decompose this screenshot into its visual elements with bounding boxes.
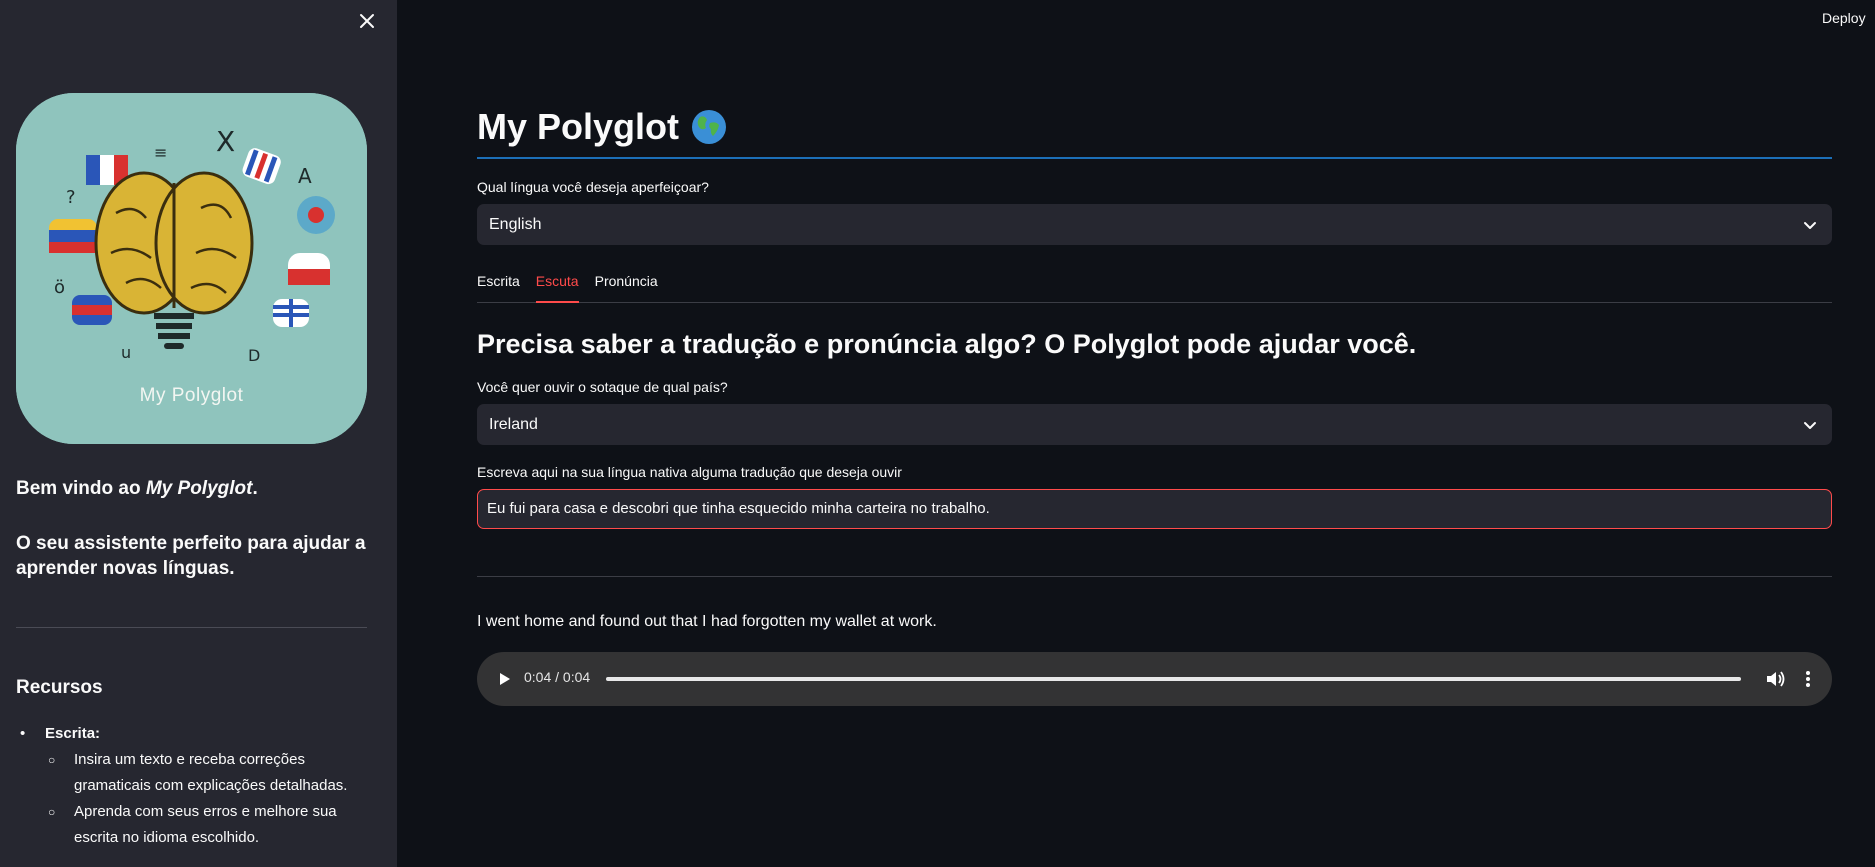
sidebar: X ≡ A ? ö u D My Polyglot Bem vindo ao M… [0,0,397,867]
resource-subitem: ○ Insira um texto e receba correções gra… [16,747,376,799]
welcome-app-name: My Polyglot [145,478,253,499]
svg-text:u: u [121,343,131,362]
tab-pronuncia[interactable]: Pronúncia [595,272,658,303]
bullet-circle: ○ [48,753,56,767]
more-options-icon[interactable] [1797,668,1819,690]
play-icon[interactable] [494,669,514,689]
bullet-circle: ○ [48,805,56,819]
chevron-down-icon [1804,422,1816,429]
accent-label: Você quer ouvir o sotaque de qual país? [477,379,728,395]
app: X ≡ A ? ö u D My Polyglot Bem vindo ao M… [0,0,1875,867]
close-icon [360,14,374,28]
content-divider [477,576,1832,577]
resources-title: Recursos [16,677,103,698]
svg-text:ö: ö [54,277,65,298]
logo-text: My Polyglot [139,385,244,406]
accent-select-value: Ireland [489,415,538,433]
title-underline [477,157,1832,159]
resource-item-title: Escrita: [45,725,101,742]
app-logo: X ≡ A ? ö u D My Polyglot [16,93,367,444]
tagline: O seu assistente perfeito para ajudar a … [16,533,366,579]
welcome-suffix: . [252,478,258,499]
resources-list: • Escrita: ○ Insira um texto e receba co… [16,721,376,851]
svg-text:A: A [298,164,312,188]
sidebar-divider [16,627,367,628]
text-input-label: Escreva aqui na sua língua nativa alguma… [477,464,902,480]
volume-icon[interactable] [1764,668,1786,690]
globe-icon [692,110,727,144]
resource-subitem-text: Insira um texto e receba correções grama… [74,751,348,794]
page-title-text: My Polyglot [477,106,680,147]
resource-subitem-text: Aprenda com seus erros e melhore sua esc… [74,803,337,846]
resource-subitem: ○ Aprenda com seus erros e melhore sua e… [16,799,376,851]
close-sidebar-button[interactable] [356,10,378,32]
svg-text:≡: ≡ [154,143,167,162]
bullet-dot: • [20,725,26,742]
audio-seek-bar[interactable] [606,677,1741,681]
resource-item: • Escrita: [16,721,376,747]
audio-time: 0:04 / 0:04 [524,669,591,685]
tab-escuta[interactable]: Escuta [535,272,579,303]
welcome-text: Bem vindo ao My Polyglot. [16,476,376,501]
language-select[interactable]: English [477,204,1832,245]
section-heading: Precisa saber a tradução e pronúncia alg… [477,329,1417,359]
deploy-button[interactable]: Deploy [1822,10,1866,26]
audio-player: 0:04 / 0:04 [477,652,1832,706]
svg-text:?: ? [66,187,76,208]
language-label: Qual língua você deseja aperfeiçoar? [477,179,709,195]
tab-bar: Escrita Escuta Pronúncia [477,272,1832,303]
accent-select[interactable]: Ireland [477,404,1832,445]
welcome-prefix: Bem vindo ao [16,478,146,499]
translation-result: I went home and found out that I had for… [477,613,937,630]
language-select-value: English [489,215,542,233]
tab-escrita[interactable]: Escrita [477,272,520,303]
svg-text:D: D [248,346,260,365]
translation-text-input[interactable]: Eu fui para casa e descobri que tinha es… [477,489,1832,529]
svg-text:X: X [216,125,235,158]
chevron-down-icon [1804,222,1816,229]
page-title: My Polyglot [477,106,727,148]
